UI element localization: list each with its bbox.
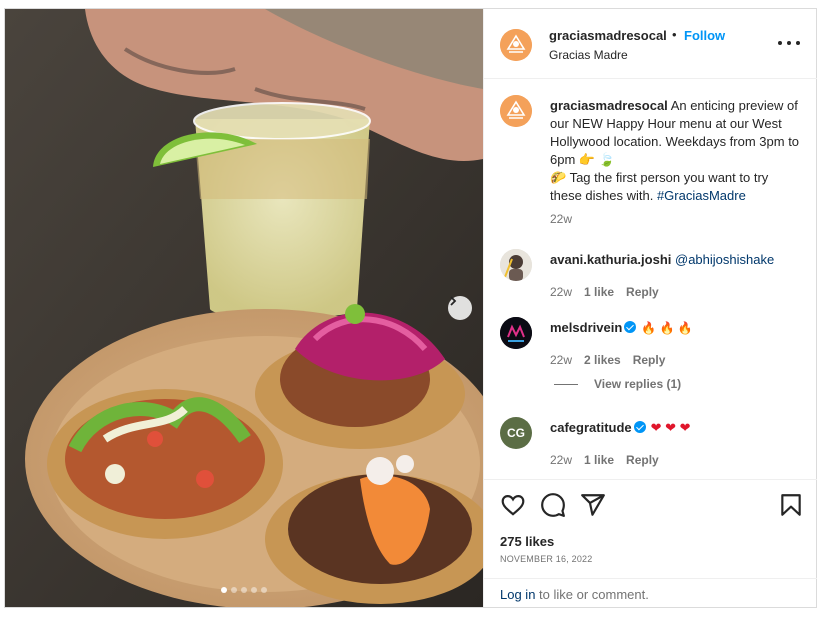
post-actions: 275 likes NOVEMBER 16, 2022 Log in to li… bbox=[484, 479, 817, 607]
pointing-emoji: 👉 bbox=[578, 152, 596, 167]
post-location[interactable]: Gracias Madre bbox=[549, 48, 628, 62]
reply-button[interactable]: Reply bbox=[626, 453, 659, 467]
login-prompt: Log in to like or comment. bbox=[484, 578, 817, 608]
carousel-dot bbox=[241, 587, 247, 593]
avatar[interactable]: CG bbox=[500, 417, 532, 449]
comment-time: 22w bbox=[550, 353, 573, 367]
post-dialog: graciasmadresocal • Follow Gracias Madre… bbox=[4, 8, 817, 608]
comment-mention[interactable]: @abhijoshishake bbox=[675, 252, 774, 267]
next-photo-button[interactable] bbox=[448, 296, 472, 320]
comment-text: 🔥 🔥 🔥 bbox=[641, 321, 693, 335]
divider-line bbox=[554, 383, 578, 385]
avatar[interactable] bbox=[500, 29, 532, 61]
reply-button[interactable]: Reply bbox=[626, 285, 659, 299]
heart-icon[interactable] bbox=[500, 492, 526, 518]
gracias-madre-logo-icon bbox=[500, 29, 532, 61]
gracias-madre-logo-icon bbox=[500, 95, 532, 127]
follow-button[interactable]: Follow bbox=[684, 28, 725, 43]
post-photo[interactable] bbox=[5, 9, 483, 607]
user-photo-icon bbox=[500, 249, 532, 281]
post-username[interactable]: graciasmadresocal bbox=[549, 28, 667, 43]
hashtag-link[interactable]: #GraciasMadre bbox=[657, 188, 746, 203]
leaf-emoji: 🍃 bbox=[598, 152, 615, 167]
carousel-dot bbox=[251, 587, 257, 593]
post-side-panel: graciasmadresocal • Follow Gracias Madre… bbox=[483, 9, 817, 607]
separator-dot: • bbox=[672, 27, 677, 42]
avatar[interactable] bbox=[500, 95, 532, 127]
carousel-dot bbox=[221, 587, 227, 593]
reply-button[interactable]: Reply bbox=[633, 353, 666, 367]
comment-text: ❤ ❤ ❤ bbox=[650, 420, 691, 435]
share-icon[interactable] bbox=[580, 492, 606, 518]
melsdrivein-logo-icon bbox=[500, 317, 532, 349]
comment-time: 22w bbox=[550, 285, 573, 299]
carousel-dot bbox=[261, 587, 267, 593]
post-image bbox=[5, 9, 483, 607]
comment-icon[interactable] bbox=[540, 492, 566, 518]
comment-time: 22w bbox=[550, 453, 573, 467]
likes-count[interactable]: 275 likes bbox=[500, 534, 554, 549]
caption-time: 22w bbox=[550, 212, 573, 226]
verified-badge-icon bbox=[624, 321, 637, 333]
post-date: NOVEMBER 16, 2022 bbox=[500, 554, 593, 564]
more-horizontal-icon bbox=[778, 41, 782, 45]
taco-emoji: 🌮 bbox=[550, 170, 567, 185]
comment-likes[interactable]: 2 likes bbox=[584, 353, 621, 367]
bookmark-icon[interactable] bbox=[778, 492, 804, 518]
caption-text: graciasmadresocal An enticing preview of… bbox=[550, 98, 800, 203]
comment-username[interactable]: melsdrivein bbox=[550, 320, 622, 335]
comment-likes[interactable]: 1 like bbox=[584, 453, 614, 467]
carousel-indicator bbox=[221, 587, 267, 593]
comment-likes[interactable]: 1 like bbox=[584, 285, 614, 299]
carousel-dot bbox=[231, 587, 237, 593]
verified-badge-icon bbox=[633, 421, 646, 433]
avatar[interactable] bbox=[500, 317, 532, 349]
caption-username[interactable]: graciasmadresocal bbox=[550, 98, 668, 113]
view-replies-button[interactable]: View replies (1) bbox=[554, 377, 681, 391]
comment-username[interactable]: avani.kathuria.joshi bbox=[550, 252, 671, 267]
login-link[interactable]: Log in bbox=[500, 587, 535, 602]
avatar[interactable] bbox=[500, 249, 532, 281]
comment-username[interactable]: cafegratitude bbox=[550, 420, 632, 435]
more-options-button[interactable] bbox=[778, 35, 800, 51]
post-header: graciasmadresocal • Follow Gracias Madre bbox=[484, 9, 817, 79]
chevron-right-icon bbox=[450, 296, 457, 306]
